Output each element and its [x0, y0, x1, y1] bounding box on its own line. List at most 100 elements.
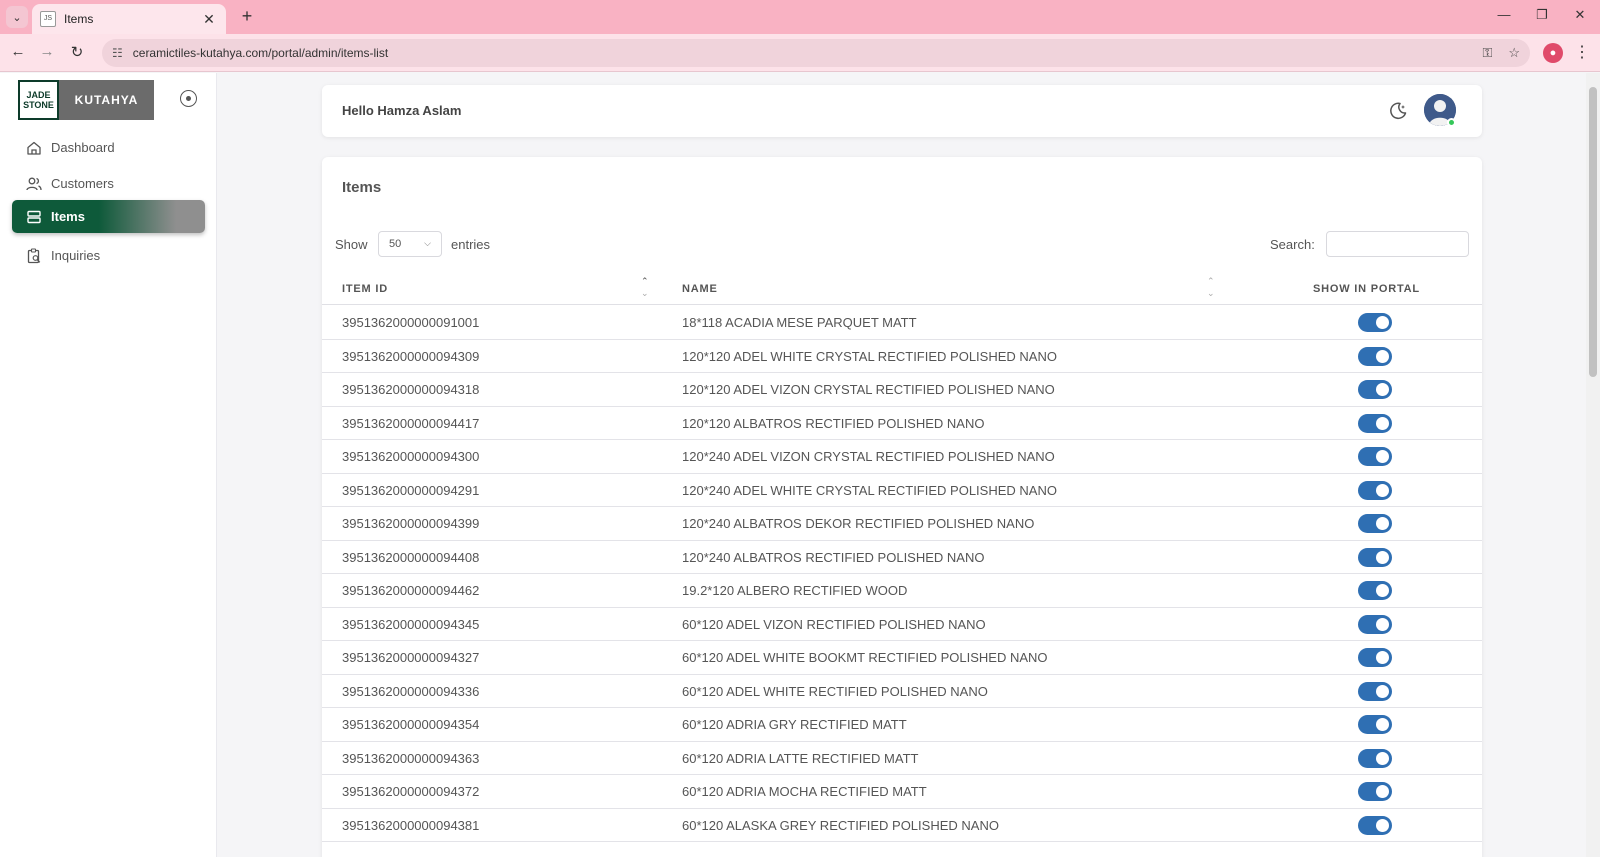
tab-favicon-icon: JS	[40, 11, 56, 27]
show-in-portal-toggle[interactable]	[1358, 681, 1392, 701]
show-in-portal-toggle[interactable]	[1358, 380, 1392, 399]
show-in-portal-toggle[interactable]	[1358, 581, 1392, 600]
column-header-item-id[interactable]: ITEM ID	[342, 283, 388, 295]
table-row[interactable]: 3951362000000094372 60*120 ADRIA MOCHA RE…	[322, 775, 1482, 809]
entries-selected-value: 50	[389, 238, 402, 250]
item-name-cell: 60*120 ADRIA LATTE RECTIFIED MATT	[682, 750, 919, 766]
item-name-cell: 120*240 ALBATROS RECTIFIED POLISHED NANO	[682, 549, 985, 565]
search-input[interactable]	[1326, 231, 1469, 257]
table-row[interactable]: 3951362000000094408 120*240 ALBATROS RECT…	[322, 541, 1482, 574]
stack-icon	[27, 210, 41, 223]
new-tab-icon[interactable]: +	[236, 6, 258, 27]
show-in-portal-toggle[interactable]	[1358, 815, 1392, 835]
show-in-portal-toggle[interactable]	[1358, 313, 1392, 332]
show-in-portal-toggle[interactable]	[1358, 782, 1392, 801]
page-title: Items	[342, 179, 382, 196]
item-id-cell: 3951362000000094399	[342, 516, 480, 531]
item-name-cell: 60*120 ADRIA GRY RECTIFIED MATT	[682, 717, 907, 732]
sidebar-item-dashboard[interactable]: Dashboard	[12, 131, 205, 164]
table-row[interactable]: 3951362000000094309 120*120 ADEL WHITE CR…	[322, 340, 1482, 373]
kutahya-logo: KUTAHYA	[59, 80, 154, 120]
sidebar-item-items[interactable]: Items	[12, 200, 205, 233]
sort-asc-icon: ⌃	[641, 276, 649, 286]
show-in-portal-toggle[interactable]	[1358, 447, 1392, 466]
table-body: 3951362000000091001 18*118 ACADIA MESE PA…	[322, 306, 1482, 842]
table-row[interactable]: 3951362000000094354 60*120 ADRIA GRY RECT…	[322, 708, 1482, 742]
table-row[interactable]: 3951362000000094300 120*240 ADEL VIZON CR…	[322, 440, 1482, 474]
chevron-down-icon: ⌵	[424, 238, 431, 248]
browser-toolbar: ← → ↻ ☷ ceramictiles-kutahya.com/portal/…	[0, 34, 1600, 72]
back-icon[interactable]: ←	[8, 43, 28, 60]
table-row[interactable]: 3951362000000094462 19.2*120 ALBERO RECTI…	[322, 574, 1482, 608]
table-header: ITEM ID ⌃ ⌄ NAME ⌃ ⌄ SHOW IN PORTAL	[322, 269, 1482, 305]
show-in-portal-toggle[interactable]	[1358, 346, 1392, 366]
item-id-cell: 3951362000000094345	[342, 616, 480, 632]
password-key-icon[interactable]: ⚿	[1482, 45, 1492, 61]
item-name-cell: 18*118 ACADIA MESE PARQUET MATT	[682, 315, 917, 330]
browser-tab[interactable]: JS Items ✕	[32, 4, 226, 34]
table-row[interactable]: 3951362000000094381 60*120 ALASKA GREY RE…	[322, 809, 1482, 842]
bookmark-star-icon[interactable]: ☆	[1508, 45, 1520, 61]
table-row[interactable]: 3951362000000094336 60*120 ADEL WHITE REC…	[322, 675, 1482, 708]
site-info-icon[interactable]: ☷	[112, 46, 123, 60]
sidebar-item-customers[interactable]: Customers	[12, 167, 205, 200]
page-scrollbar[interactable]	[1586, 73, 1600, 857]
column-header-show-in-portal: SHOW IN PORTAL	[1313, 283, 1420, 295]
url-text[interactable]: ceramictiles-kutahya.com/portal/admin/it…	[133, 46, 1467, 60]
restore-icon[interactable]: ❐	[1532, 7, 1552, 23]
tab-title: Items	[64, 12, 94, 26]
item-name-cell: 120*240 ALBATROS DEKOR RECTIFIED POLISHE…	[682, 516, 1035, 531]
item-id-cell: 3951362000000094408	[342, 549, 480, 565]
home-icon	[27, 141, 41, 155]
tab-search-chevron-icon[interactable]: ⌄	[6, 6, 28, 28]
sidebar-collapse-toggle-icon[interactable]	[180, 90, 197, 107]
items-card: Items Show 50 ⌵ entries Search: ITEM ID …	[322, 157, 1482, 857]
item-name-cell: 120*240 ADEL WHITE CRYSTAL RECTIFIED POL…	[682, 482, 1057, 498]
table-row[interactable]: 3951362000000094345 60*120 ADEL VIZON REC…	[322, 608, 1482, 641]
brand-logo[interactable]: JADE STONE KUTAHYA	[18, 80, 154, 120]
table-row[interactable]: 3951362000000094327 60*120 ADEL WHITE BOO…	[322, 641, 1482, 675]
sidebar-item-label: Items	[51, 209, 85, 224]
item-name-cell: 60*120 ADEL WHITE RECTIFIED POLISHED NAN…	[682, 683, 988, 699]
table-row[interactable]: 3951362000000094363 60*120 ADRIA LATTE RE…	[322, 742, 1482, 775]
item-id-cell: 3951362000000091001	[342, 315, 480, 330]
online-status-dot	[1447, 118, 1456, 127]
scrollbar-thumb[interactable]	[1589, 87, 1597, 377]
item-id-cell: 3951362000000094300	[342, 449, 480, 464]
sort-desc-icon: ⌄	[641, 288, 649, 298]
show-in-portal-toggle[interactable]	[1358, 514, 1392, 533]
item-name-cell: 60*120 ADEL VIZON RECTIFIED POLISHED NAN…	[682, 616, 986, 632]
address-bar[interactable]: ☷ ceramictiles-kutahya.com/portal/admin/…	[102, 39, 1530, 67]
item-id-cell: 3951362000000094462	[342, 583, 480, 598]
item-name-cell: 60*120 ADRIA MOCHA RECTIFIED MATT	[682, 784, 927, 799]
jade-stone-logo: JADE STONE	[18, 80, 59, 120]
table-row[interactable]: 3951362000000094399 120*240 ALBATROS DEKO…	[322, 507, 1482, 541]
sort-desc-icon: ⌄	[1207, 288, 1215, 298]
browser-tab-bar: ⌄ JS Items ✕ + — ❐ ✕	[0, 0, 1600, 34]
tab-close-icon[interactable]: ✕	[200, 11, 218, 28]
window-close-icon[interactable]: ✕	[1570, 7, 1590, 23]
minimize-icon[interactable]: —	[1494, 7, 1514, 22]
moon-icon[interactable]	[1388, 101, 1408, 121]
item-id-cell: 3951362000000094318	[342, 382, 480, 397]
table-row[interactable]: 3951362000000091001 18*118 ACADIA MESE PA…	[322, 306, 1482, 340]
profile-avatar-icon[interactable]: ●	[1543, 43, 1563, 63]
table-row[interactable]: 3951362000000094417 120*120 ALBATROS RECT…	[322, 407, 1482, 440]
entries-per-page-select[interactable]: 50 ⌵	[378, 231, 442, 257]
greeting-text: Hello Hamza Aslam	[342, 103, 462, 118]
show-in-portal-toggle[interactable]	[1358, 648, 1392, 667]
forward-icon[interactable]: →	[37, 43, 57, 60]
show-in-portal-toggle[interactable]	[1358, 715, 1392, 734]
show-in-portal-toggle[interactable]	[1358, 547, 1392, 567]
column-header-name[interactable]: NAME	[682, 283, 718, 295]
show-label: Show	[335, 237, 368, 252]
show-in-portal-toggle[interactable]	[1358, 614, 1392, 634]
reload-icon[interactable]: ↻	[67, 43, 87, 61]
show-in-portal-toggle[interactable]	[1358, 480, 1392, 500]
table-row[interactable]: 3951362000000094318 120*120 ADEL VIZON CR…	[322, 373, 1482, 407]
browser-menu-icon[interactable]: ⋮	[1574, 42, 1590, 62]
table-row[interactable]: 3951362000000094291 120*240 ADEL WHITE CR…	[322, 474, 1482, 507]
show-in-portal-toggle[interactable]	[1358, 748, 1392, 768]
show-in-portal-toggle[interactable]	[1358, 413, 1392, 433]
sidebar-item-inquiries[interactable]: Inquiries	[12, 239, 205, 272]
